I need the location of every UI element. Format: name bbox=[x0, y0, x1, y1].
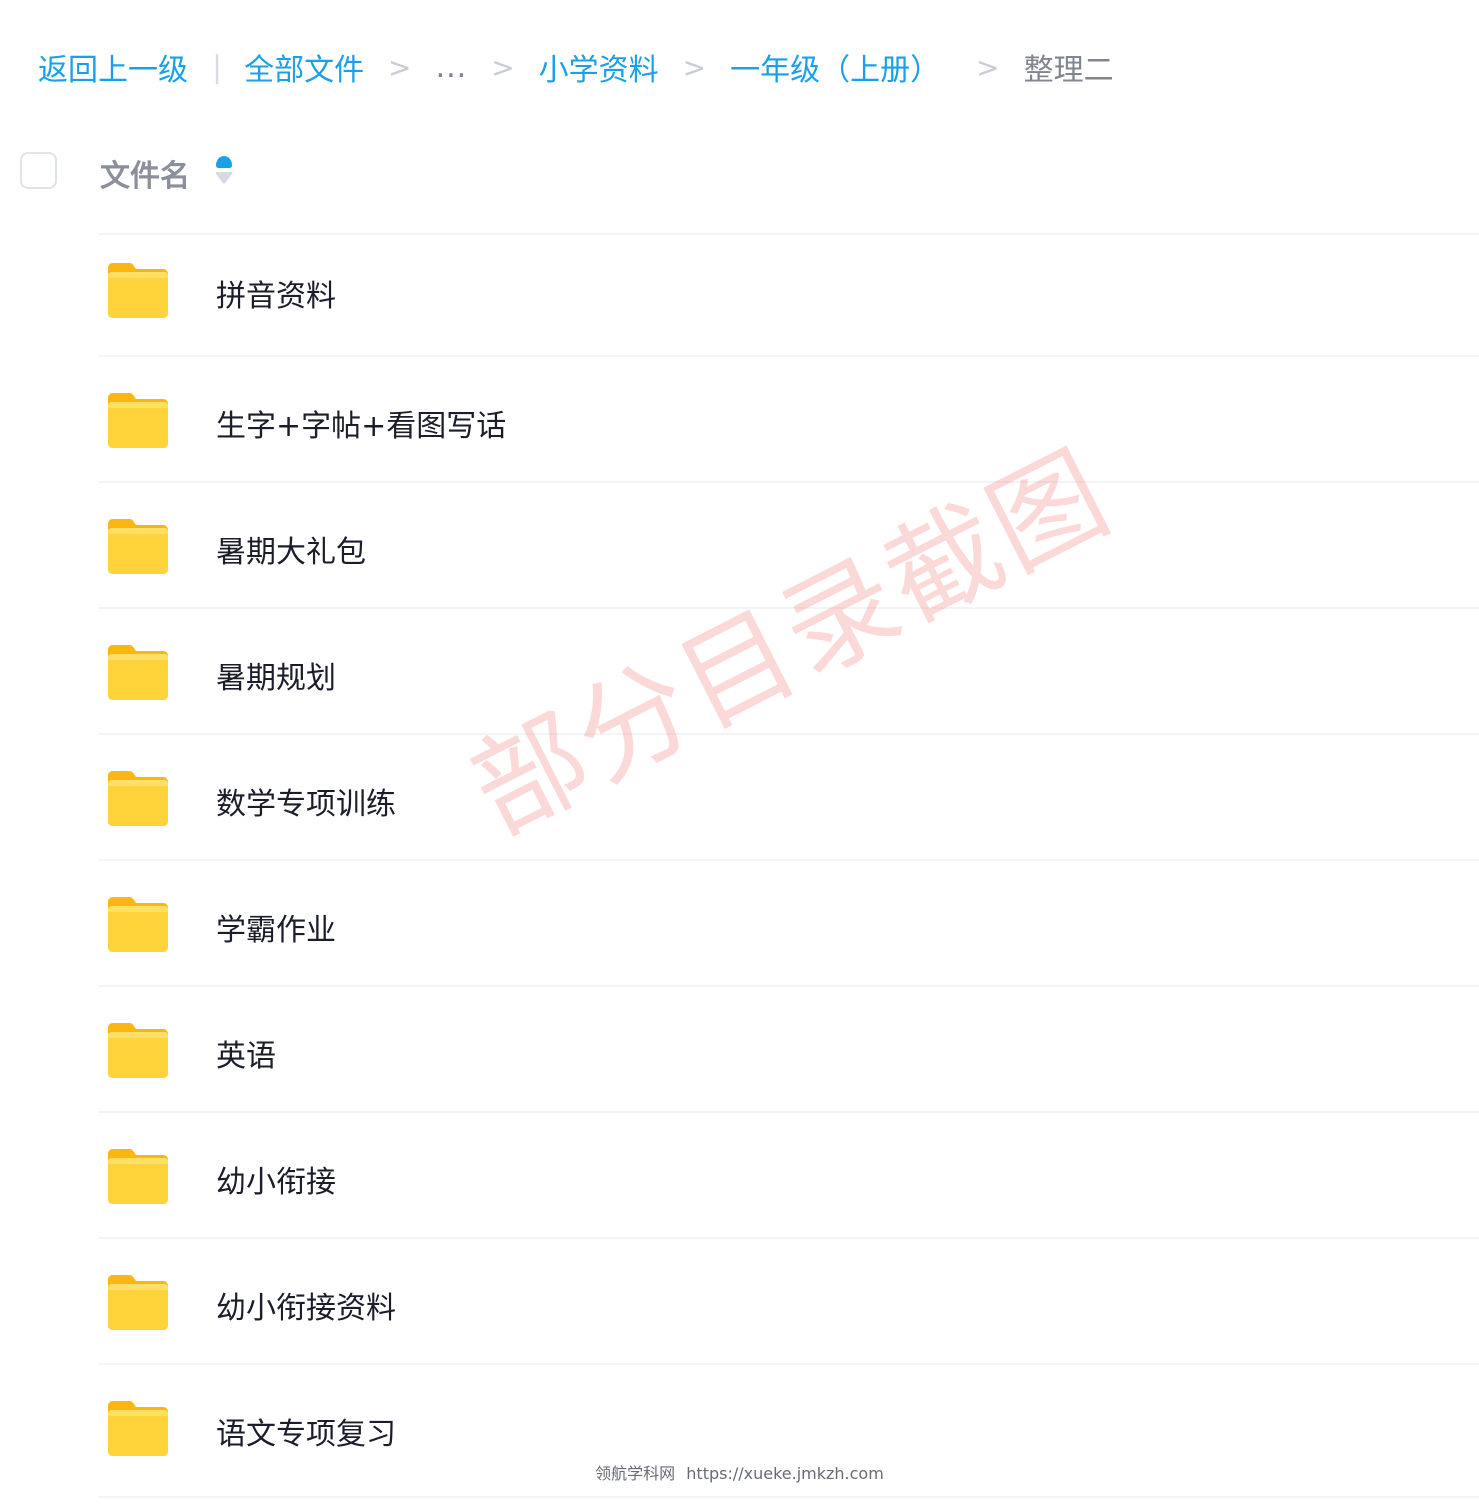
breadcrumb: 返回上一级 | 全部文件 > ... > 小学资料 > 一年级（上册） > 整理… bbox=[38, 44, 1114, 90]
file-row[interactable]: 暑期大礼包 bbox=[98, 481, 1479, 607]
folder-icon bbox=[108, 897, 168, 952]
footer-site-name: 领航学科网 bbox=[595, 1464, 676, 1483]
folder-icon bbox=[108, 645, 168, 700]
breadcrumb-separator: > bbox=[388, 50, 412, 84]
file-name[interactable]: 拼音资料 bbox=[216, 271, 336, 315]
folder-icon bbox=[108, 519, 168, 574]
footer-url[interactable]: https://xueke.jmkzh.com bbox=[686, 1464, 884, 1483]
breadcrumb-separator: > bbox=[682, 50, 707, 84]
breadcrumb-level2[interactable]: 一年级（上册） bbox=[730, 45, 940, 89]
column-header-filename[interactable]: 文件名 bbox=[100, 151, 190, 195]
footer: 领航学科网 https://xueke.jmkzh.com bbox=[0, 1460, 1479, 1484]
folder-icon bbox=[108, 771, 168, 826]
folder-icon bbox=[108, 263, 168, 318]
folder-icon bbox=[108, 393, 168, 448]
folder-icon bbox=[108, 1149, 168, 1204]
file-row[interactable]: 生字+字帖+看图写话 bbox=[98, 355, 1479, 481]
file-name[interactable]: 生字+字帖+看图写话 bbox=[216, 401, 506, 445]
file-row[interactable]: 学霸作业 bbox=[98, 859, 1479, 985]
breadcrumb-level1[interactable]: 小学资料 bbox=[539, 45, 659, 89]
sort-ascending-icon[interactable] bbox=[215, 155, 233, 185]
file-name[interactable]: 语文专项复习 bbox=[216, 1409, 396, 1453]
file-row[interactable]: 暑期规划 bbox=[98, 607, 1479, 733]
file-name[interactable]: 幼小衔接 bbox=[216, 1157, 336, 1201]
file-name[interactable]: 暑期规划 bbox=[216, 653, 336, 697]
file-name[interactable]: 暑期大礼包 bbox=[216, 527, 366, 571]
file-row[interactable]: 数学专项训练 bbox=[98, 733, 1479, 859]
file-row[interactable]: 英语 bbox=[98, 985, 1479, 1111]
breadcrumb-separator: > bbox=[976, 50, 1000, 84]
breadcrumb-all-files[interactable]: 全部文件 bbox=[244, 45, 364, 89]
file-row[interactable]: 幼小衔接资料 bbox=[98, 1237, 1479, 1363]
breadcrumb-current: 整理二 bbox=[1023, 53, 1114, 88]
select-all-checkbox[interactable] bbox=[20, 152, 57, 189]
breadcrumb-ellipsis[interactable]: ... bbox=[436, 50, 468, 85]
file-row[interactable]: 拼音资料 bbox=[98, 233, 1479, 355]
list-divider bbox=[98, 1496, 1479, 1498]
file-name[interactable]: 幼小衔接资料 bbox=[216, 1283, 396, 1327]
file-name[interactable]: 学霸作业 bbox=[216, 905, 336, 949]
file-list: 拼音资料生字+字帖+看图写话 暑期大礼包暑期规划数学专项训练 学霸作业英语幼小衔接幼… bbox=[98, 233, 1479, 1489]
list-header: 文件名 bbox=[0, 140, 1479, 204]
file-name[interactable]: 英语 bbox=[216, 1031, 276, 1075]
folder-icon bbox=[108, 1023, 168, 1078]
breadcrumb-divider: | bbox=[212, 49, 223, 85]
folder-icon bbox=[108, 1275, 168, 1330]
file-name[interactable]: 数学专项训练 bbox=[216, 779, 396, 823]
back-link[interactable]: 返回上一级 bbox=[38, 45, 188, 89]
breadcrumb-separator: > bbox=[491, 50, 515, 84]
folder-icon bbox=[108, 1401, 168, 1456]
file-row[interactable]: 幼小衔接 bbox=[98, 1111, 1479, 1237]
